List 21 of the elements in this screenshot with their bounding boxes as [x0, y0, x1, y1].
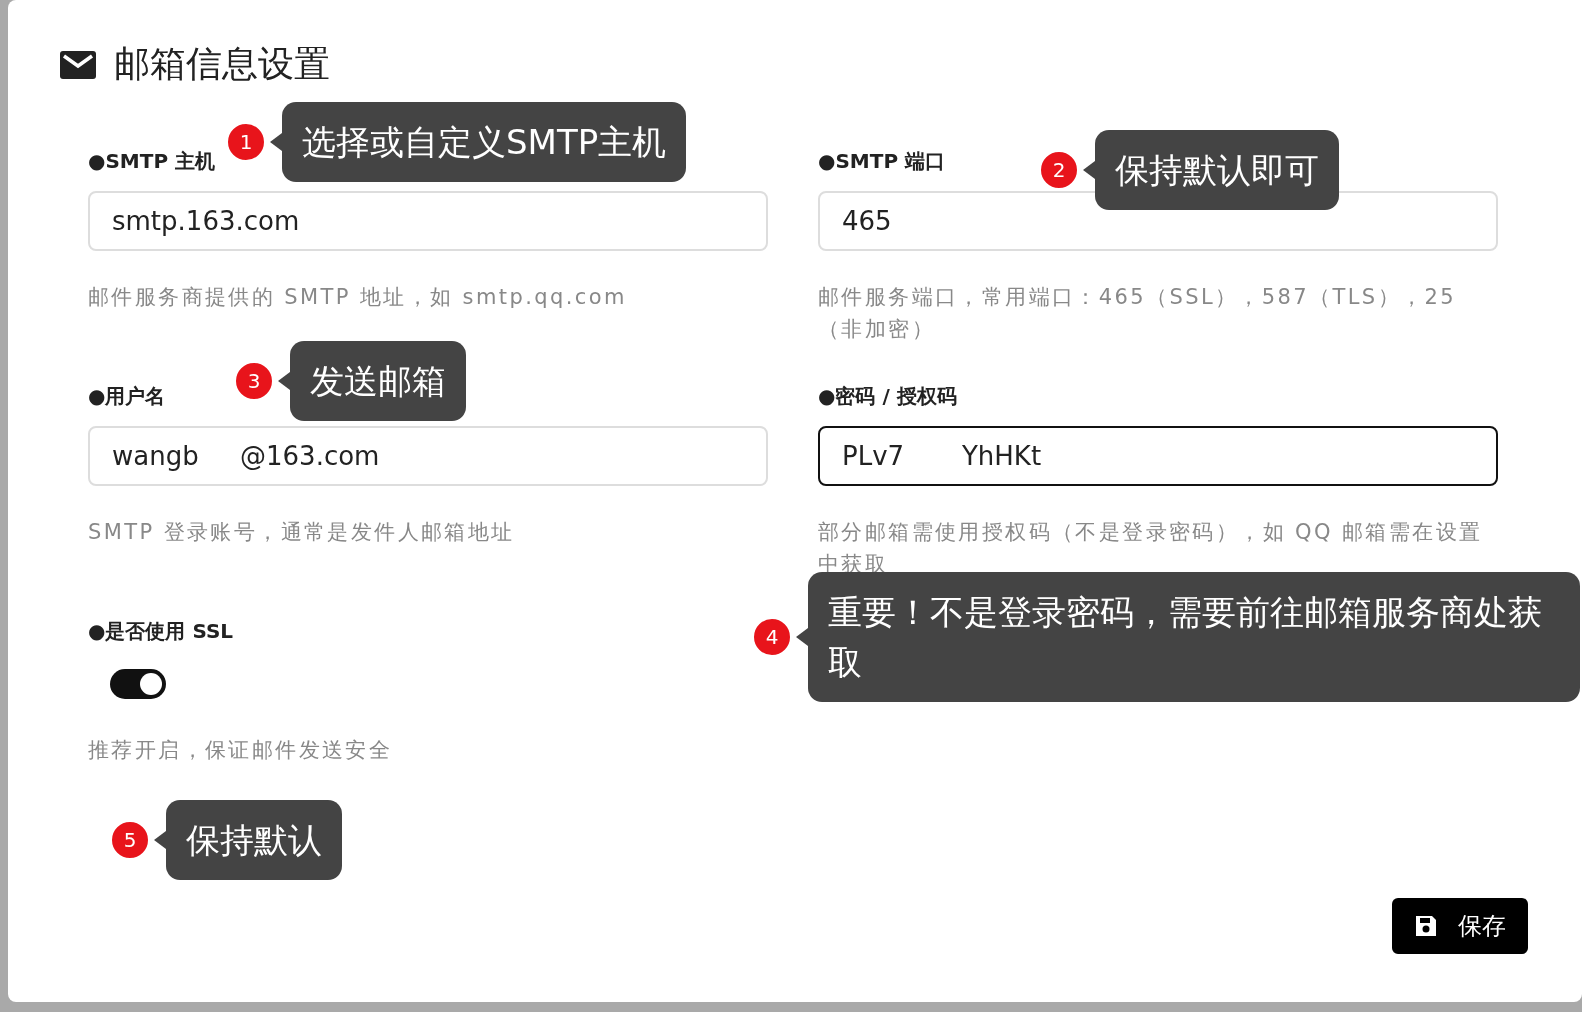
field-label: ●是否使用 SSL	[88, 618, 234, 645]
help-text: SMTP 登录账号，通常是发件人邮箱地址	[88, 519, 516, 546]
field-label: ●用户名	[88, 383, 166, 410]
help-text: 邮件服务商提供的 SMTP 地址，如 smtp.qq.com	[88, 284, 628, 311]
callout-bubble: 保持默认即可	[1095, 130, 1339, 210]
field-label: ●SMTP 端口	[818, 148, 946, 175]
callout-bubble: 保持默认	[166, 800, 342, 880]
input-field[interactable]: PLv7 YhHKt	[818, 426, 1498, 486]
input-field[interactable]: wangb @163.com	[88, 426, 768, 486]
callout-bubble: 发送邮箱	[290, 341, 466, 421]
field-label: ●SMTP 主机	[88, 148, 216, 175]
help-text: 邮件服务端口，常用端口：465（SSL），587（TLS），25（非加密）	[818, 284, 1457, 343]
help-text: 推荐开启，保证邮件发送安全	[88, 737, 394, 764]
input-field[interactable]: smtp.163.com	[88, 191, 768, 251]
field-label: ●密码 / 授权码	[818, 383, 957, 410]
callout-bubble: 选择或自定义SMTP主机	[282, 102, 687, 182]
toggle-switch[interactable]	[110, 669, 166, 699]
callout-bubble: 重要！不是登录密码，需要前往邮箱服务商处获取	[808, 572, 1580, 702]
envelope-icon	[60, 50, 96, 79]
dialog-title: 邮箱信息设置	[114, 42, 330, 86]
save-button[interactable]: 保存	[1392, 898, 1528, 954]
